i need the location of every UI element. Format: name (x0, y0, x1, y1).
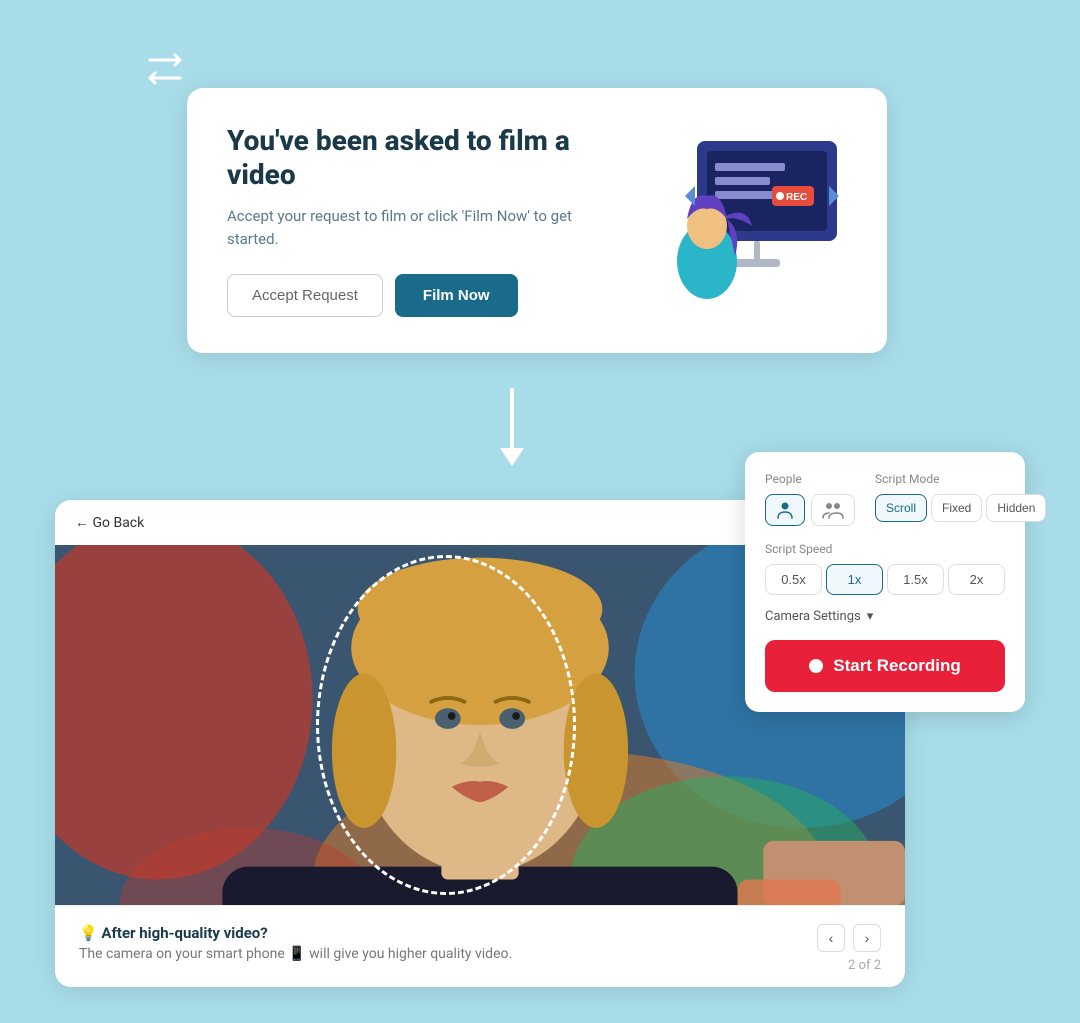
arrow-down (500, 388, 524, 466)
record-dot-icon (809, 659, 823, 673)
script-mode-label: Script Mode (875, 472, 1046, 486)
illustration: REC (627, 131, 847, 311)
tip-section: 💡 After high-quality video? The camera o… (55, 905, 905, 987)
camera-settings-label: Camera Settings (765, 609, 861, 624)
scroll-mode-button[interactable]: Scroll (875, 494, 927, 522)
top-card-subtitle: Accept your request to film or click 'Fi… (227, 205, 627, 250)
tip-page-indicator: 2 of 2 (848, 958, 881, 973)
svg-text:REC: REC (786, 192, 807, 203)
accept-request-button[interactable]: Accept Request (227, 274, 383, 317)
tip-content: 💡 After high-quality video? The camera o… (79, 924, 817, 962)
script-speed-label: Script Speed (765, 542, 1005, 556)
arrow-line (510, 388, 514, 448)
tip-icon: 💡 (79, 924, 98, 942)
speed-2x-button[interactable]: 2x (948, 564, 1005, 595)
top-card-buttons: Accept Request Film Now (227, 274, 627, 317)
script-mode-group: Script Mode Scroll Fixed Hidden (875, 472, 1046, 526)
speed-1-5x-button[interactable]: 1.5x (887, 564, 944, 595)
people-group: People (765, 472, 855, 526)
tip-title: 💡 After high-quality video? (79, 924, 817, 942)
settings-panel: People (745, 452, 1025, 712)
start-recording-label: Start Recording (833, 656, 961, 676)
script-mode-buttons: Scroll Fixed Hidden (875, 494, 1046, 522)
fixed-mode-button[interactable]: Fixed (931, 494, 982, 522)
camera-settings-chevron-icon: ▾ (867, 609, 874, 624)
tip-nav: ‹ › 2 of 2 (817, 924, 881, 973)
speed-buttons: 0.5x 1x 1.5x 2x (765, 564, 1005, 595)
hidden-mode-button[interactable]: Hidden (986, 494, 1046, 522)
film-now-button[interactable]: Film Now (395, 274, 518, 317)
people-label: People (765, 472, 855, 486)
multi-person-button[interactable] (811, 494, 855, 526)
top-card-text: You've been asked to film a video Accept… (227, 124, 627, 317)
decorative-arrows (140, 50, 190, 90)
speed-0-5x-button[interactable]: 0.5x (765, 564, 822, 595)
people-script-row: People (765, 472, 1005, 526)
start-recording-button[interactable]: Start Recording (765, 640, 1005, 692)
arrow-head (500, 448, 524, 466)
script-speed-section: Script Speed 0.5x 1x 1.5x 2x (765, 542, 1005, 595)
speed-1x-button[interactable]: 1x (826, 564, 883, 595)
top-card: You've been asked to film a video Accept… (187, 88, 887, 353)
camera-settings-row[interactable]: Camera Settings ▾ (765, 609, 1005, 624)
tip-next-button[interactable]: › (853, 924, 881, 952)
single-person-button[interactable] (765, 494, 805, 526)
people-toggle-group (765, 494, 855, 526)
tip-text: The camera on your smart phone 📱 will gi… (79, 946, 817, 962)
tip-arrows: ‹ › (817, 924, 881, 952)
face-guide-oval (316, 555, 576, 895)
top-card-title: You've been asked to film a video (227, 124, 627, 191)
tip-prev-button[interactable]: ‹ (817, 924, 845, 952)
